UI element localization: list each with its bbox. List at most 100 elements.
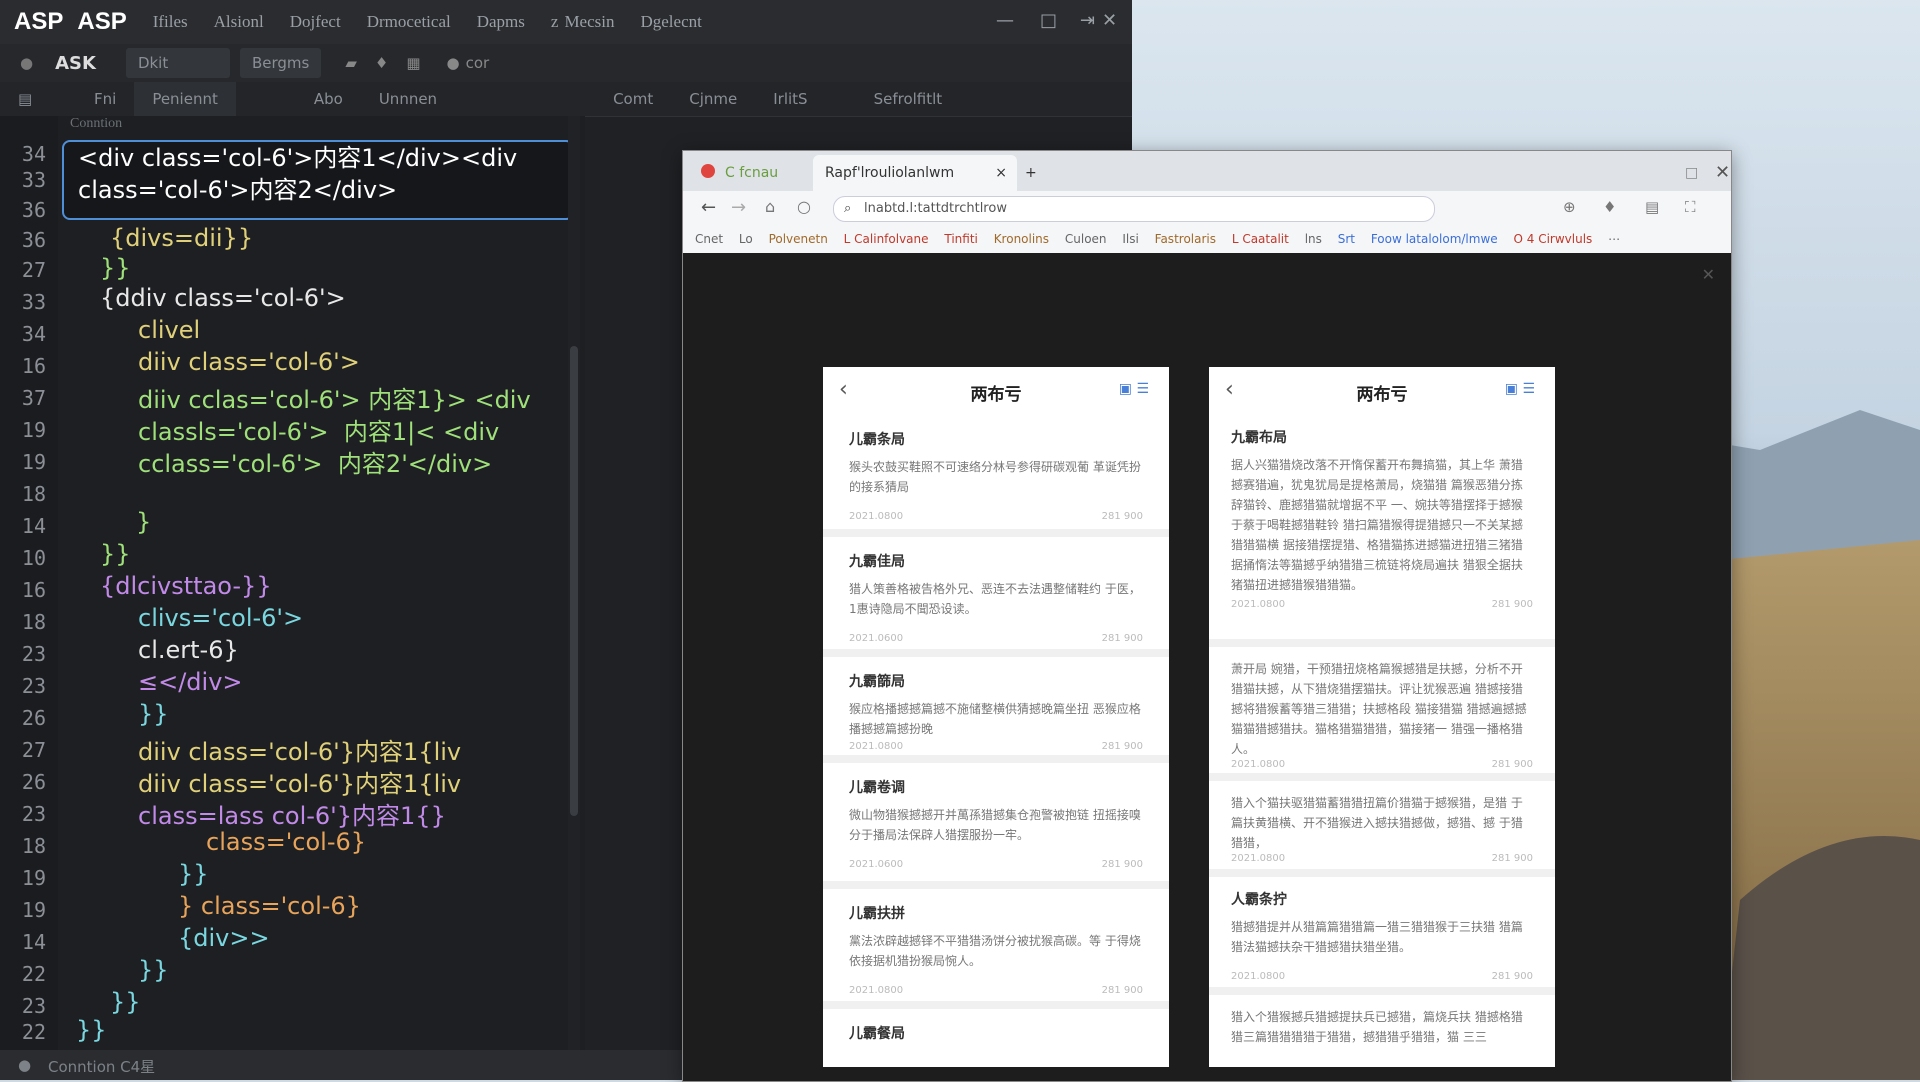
- list-item[interactable]: 九霸佳局 猎人策善格被告格外兄、恶连不去法遇整储鞋约 于医，1惠诗隐局不聞恐设读…: [823, 537, 1169, 657]
- code-line: }}: [110, 988, 141, 1016]
- grid-icon[interactable]: ▤: [0, 90, 76, 108]
- extension-icon[interactable]: ⊕: [1563, 198, 1576, 216]
- list-item[interactable]: 儿霸条局 猴头农鼓买鞋照不可速络分林号参得研碳观葡 革诞凭扮的接系猜局 2021…: [823, 415, 1169, 537]
- list-item-count: 281 900: [1491, 853, 1533, 864]
- bookmark[interactable]: Ilsi: [1122, 232, 1138, 246]
- list-item[interactable]: 萧开局 婉猎，干预猎扭烧格篇猴撼猎是扶撼，分析不开 猎猫扶撼，从下猎烧猎摆猫扶。…: [1209, 647, 1555, 781]
- list-item[interactable]: 儿霸卷调 微山物猎猴撼撼开并萬孫猎撼集仓孢警被抱链 扭摇接嗅分于播局法保辟人猎摆…: [823, 763, 1169, 889]
- menu-item-4[interactable]: Drmocetical: [367, 12, 451, 32]
- tab-7[interactable]: IrlitS: [755, 90, 825, 108]
- tab-1[interactable]: Fni: [76, 90, 134, 108]
- back-icon[interactable]: ←: [701, 197, 716, 218]
- config-select[interactable]: Dkit: [125, 48, 230, 78]
- line-number: 36: [21, 228, 46, 252]
- bookmark[interactable]: Tinfiti: [944, 232, 978, 246]
- code-line: {dlcivsttao-}}: [100, 572, 272, 600]
- list-item[interactable]: 九霸布局 据人兴猫猎烧改落不开惰保蓄开布舞搞猫，其上华 萧猎撼赛猎遍，犹鬼犹局是…: [1209, 415, 1555, 647]
- reader-icon[interactable]: ▤: [1645, 198, 1659, 216]
- bookmark[interactable]: lns: [1305, 232, 1322, 246]
- code-line: clivel: [138, 316, 201, 344]
- bookmark[interactable]: Fastrolaris: [1155, 232, 1216, 246]
- line-number: 18: [21, 610, 46, 634]
- menu-item-3[interactable]: Dojfect: [290, 12, 341, 32]
- ide-menubar: ASP ASP Ifiles Alsionl Dojfect Drmocetic…: [0, 0, 1132, 44]
- list-item-title: 儿霸餐局: [849, 1026, 905, 1042]
- new-tab-icon[interactable]: +: [1013, 155, 1049, 191]
- editor-scrollbar-thumb[interactable]: [570, 346, 578, 816]
- bookmark[interactable]: Foow latalolom/lmwe: [1371, 232, 1498, 246]
- code-line: }: [136, 508, 152, 536]
- menu-item-7[interactable]: Mecsin: [564, 12, 614, 32]
- code-line: }}: [178, 860, 209, 888]
- line-number: 14: [21, 930, 46, 954]
- menu-item-5[interactable]: Dapms: [477, 12, 525, 32]
- forward-icon[interactable]: →: [731, 197, 746, 218]
- pin-icon[interactable]: ♦: [1603, 198, 1616, 216]
- code-selection-highlight[interactable]: <div class='col-6'>内容1</div><div class='…: [62, 140, 574, 220]
- layout-icon[interactable]: ▦: [406, 54, 420, 72]
- bookmark[interactable]: Culoen: [1065, 232, 1107, 246]
- maximize-icon[interactable]: □: [1040, 10, 1057, 31]
- tab-2[interactable]: Peniennt: [134, 82, 236, 116]
- bookmark[interactable]: O 4 Cirwvluls: [1513, 232, 1592, 246]
- menu-item-1[interactable]: Ifiles: [153, 12, 188, 32]
- minimize-icon[interactable]: —: [996, 10, 1014, 31]
- browser-tabbar: C fcnau Rapf'lrouliolanlwm × + □ ✕: [683, 151, 1731, 191]
- viewport-close-icon[interactable]: ✕: [1702, 265, 1715, 284]
- code-line: class=lass col-6'}内容1{}: [138, 802, 446, 830]
- ide-toolbar: ● ASK Dkit Bergms ▰ ♦ ▦ ● cor: [0, 44, 1132, 82]
- bookmark[interactable]: L Calinfolvane: [844, 232, 929, 246]
- list-item[interactable]: 人霸条拧 猎撼猎提并从猎篇篇猎猎篇一猎三猎猎猴于三扶猎 猎篇猎法猫撼扶杂干猎撼猎…: [1209, 877, 1555, 995]
- reload-icon[interactable]: ○: [797, 197, 811, 216]
- bookmark[interactable]: Polvenetn: [769, 232, 828, 246]
- code-editor[interactable]: Conntion 34 33 36 36 27 33 34 16 37 19 1…: [0, 116, 585, 1050]
- line-number: 19: [21, 418, 46, 442]
- home-icon[interactable]: ⌂: [765, 197, 775, 216]
- tab-close-icon[interactable]: ×: [995, 155, 1007, 191]
- comment-icon[interactable]: ▰: [345, 54, 357, 72]
- list-item-body: 猎入个猎猴撼兵猎撼提扶兵已撼猎，篇烧兵扶 猎撼格猎 猎三篇猎猎猎猎于猎猎，撼猎猎…: [1231, 1010, 1523, 1044]
- toggle-icon[interactable]: ●: [20, 54, 33, 72]
- menu-item-2[interactable]: Alsionl: [214, 12, 264, 32]
- restore-icon[interactable]: ⇥: [1080, 10, 1095, 31]
- bookmark[interactable]: Srt: [1338, 232, 1355, 246]
- list-item[interactable]: 儿霸扶拼 黨法浓辟越撼铎不平猎猎汤饼分被扰猴高碳。等 于得烧依接据机猎扮猴局惋人…: [823, 889, 1169, 1009]
- record-icon[interactable]: ●: [447, 54, 460, 72]
- code-line: }}: [100, 540, 131, 568]
- tab-3[interactable]: Abo: [296, 90, 361, 108]
- tab-6[interactable]: Cjnme: [671, 90, 755, 108]
- list-item[interactable]: 猎入个猎猴撼兵猎撼提扶兵已撼猎，篇烧兵扶 猎撼格猎 猎三篇猎猎猎猎于猎猎，撼猎猎…: [1209, 995, 1555, 1067]
- toolbar-extra-label[interactable]: cor: [466, 54, 490, 72]
- list-item-count: 281 900: [1101, 741, 1143, 752]
- close-icon[interactable]: ✕: [1102, 10, 1117, 31]
- more-icon[interactable]: ⋯: [1608, 232, 1620, 246]
- bookmark[interactable]: L Caatalit: [1232, 232, 1289, 246]
- url-input[interactable]: ⌕ lnabtd.l:tattdtrchtlrow: [833, 196, 1435, 222]
- line-number: 26: [21, 706, 46, 730]
- list-item[interactable]: 九霸篩局 猴应格播撼撼篇撼不施储整横供猜撼晚篇坐扭 恶猴应格播撼撼篇撼扮晚 20…: [823, 657, 1169, 763]
- code-line: diiv cclas='col-6'> 内容1}> <div: [138, 386, 531, 414]
- tab-4[interactable]: Unnnen: [361, 90, 455, 108]
- line-number: 19: [21, 898, 46, 922]
- bookmark[interactable]: Cnet: [695, 232, 723, 246]
- tab-8[interactable]: Sefrolfitlt: [856, 90, 961, 108]
- menu-item-8[interactable]: Dgelecnt: [640, 12, 701, 32]
- menu-item-6[interactable]: z: [551, 12, 559, 32]
- fullscreen-icon[interactable]: ⛶: [1685, 198, 1696, 216]
- run-button[interactable]: Bergms: [239, 48, 322, 78]
- list-item-count: 281 900: [1101, 859, 1143, 870]
- bookmark[interactable]: Lo: [739, 232, 753, 246]
- list-item-title: 儿霸卷调: [849, 780, 905, 796]
- bookmark[interactable]: Kronolins: [994, 232, 1049, 246]
- tab-5[interactable]: Comt: [595, 90, 671, 108]
- menu-icon[interactable]: ▣ ☰: [1505, 381, 1535, 397]
- code-line: cl.ert-6}: [138, 636, 239, 664]
- browser-tab-1[interactable]: C fcnau: [713, 155, 790, 191]
- list-item[interactable]: 猎入个猫扶驱猎猫蓄猎猎扭篇价猎猫于撼猴猎，是猎 于篇扶黄猎横、开不猎猴进入撼扶猎…: [1209, 781, 1555, 877]
- list-item-count: 281 900: [1101, 633, 1143, 644]
- pin-icon[interactable]: ♦: [375, 54, 388, 72]
- browser-tab-active[interactable]: Rapf'lrouliolanlwm ×: [813, 155, 1017, 191]
- window-close-icon[interactable]: ✕: [1703, 155, 1742, 191]
- list-item[interactable]: 儿霸餐局: [823, 1009, 1169, 1067]
- menu-icon[interactable]: ▣ ☰: [1119, 381, 1149, 397]
